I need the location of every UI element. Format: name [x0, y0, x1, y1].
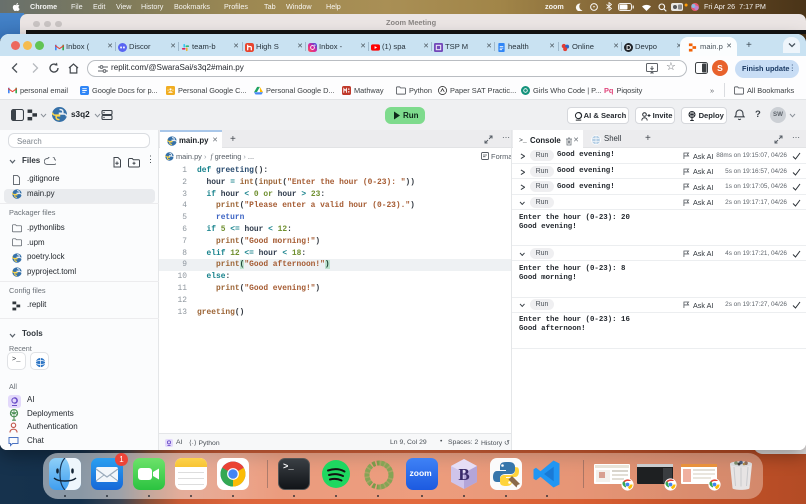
- svg-text:B: B: [458, 465, 469, 484]
